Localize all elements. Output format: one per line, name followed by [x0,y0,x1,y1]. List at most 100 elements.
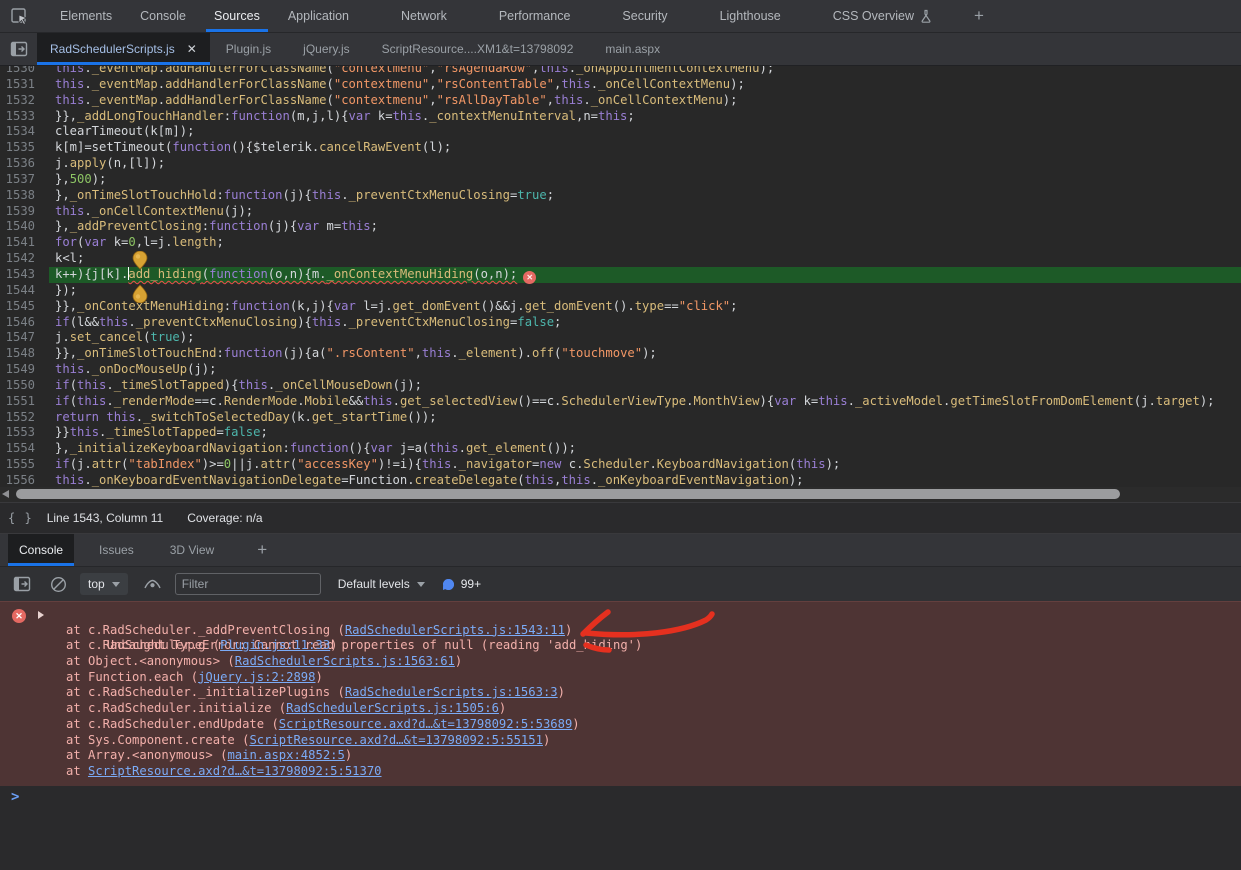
file-tab-jquery-js[interactable]: jQuery.js [287,33,365,65]
line-number[interactable]: 1548 [0,346,35,362]
line-number[interactable]: 1542 [0,251,35,267]
code-text[interactable]: }},_addLongTouchHandler:function(m,j,l){… [35,109,1241,125]
create-live-expression-button[interactable] [143,577,162,591]
tab-network[interactable]: Network [387,0,461,32]
line-number[interactable]: 1545 [0,299,35,315]
line-number[interactable]: 1535 [0,140,35,156]
line-number[interactable]: 1533 [0,109,35,125]
code-text[interactable]: j.apply(n,[l]); [35,156,1241,172]
code-text[interactable]: this._onKeyboardEventNavigationDelegate=… [35,473,1241,487]
line-number[interactable]: 1556 [0,473,35,487]
line-number[interactable]: 1540 [0,219,35,235]
file-tab-main-aspx[interactable]: main.aspx [589,33,676,65]
code-text[interactable]: },_initializeKeyboardNavigation:function… [35,441,1241,457]
line-number[interactable]: 1549 [0,362,35,378]
file-tab-radschedulerscripts-js[interactable]: RadSchedulerScripts.js✕ [37,33,210,65]
tab-css-overview[interactable]: CSS Overview [819,0,946,32]
drawer-tab-3d-view[interactable]: 3D View [159,534,225,566]
inspect-element-button[interactable] [0,0,38,32]
line-number[interactable]: 1534 [0,124,35,140]
line-number[interactable]: 1543 [0,267,35,283]
javascript-context-selector[interactable]: top [80,573,128,595]
code-text[interactable]: }},_onTimeSlotTouchEnd:function(j){a(".r… [35,346,1241,362]
line-number[interactable]: 1552 [0,410,35,426]
close-tab-icon[interactable]: ✕ [184,41,200,57]
source-location-link[interactable]: ScriptResource.axd?d…&t=13798092:5:51370 [88,764,382,778]
tab-console[interactable]: Console [126,0,200,32]
line-number[interactable]: 1536 [0,156,35,172]
source-location-link[interactable]: Plugin.js:11:33 [220,638,330,652]
console-prompt[interactable]: > [0,786,1241,870]
line-number[interactable]: 1555 [0,457,35,473]
line-number[interactable]: 1551 [0,394,35,410]
code-text[interactable]: this._onCellContextMenu(j); [35,204,1241,220]
source-location-link[interactable]: RadSchedulerScripts.js:1563:61 [235,654,455,668]
tab-performance[interactable]: Performance [485,0,585,32]
code-text[interactable]: if(this._timeSlotTapped){this._onCellMou… [35,378,1241,394]
toggle-navigator-button[interactable] [0,33,37,65]
code-text[interactable]: k[m]=setTimeout(function(){$telerik.canc… [35,140,1241,156]
show-console-sidebar-button[interactable] [13,576,31,592]
code-text[interactable]: k<l; [35,251,1241,267]
code-text[interactable]: if(j.attr("tabIndex")>=0||j.attr("access… [35,457,1241,473]
line-number[interactable]: 1550 [0,378,35,394]
file-tab-plugin-js[interactable]: Plugin.js [210,33,287,65]
tab-application[interactable]: Application [274,0,363,32]
source-location-link[interactable]: RadSchedulerScripts.js:1543:11 [345,623,565,637]
tab-security[interactable]: Security [608,0,681,32]
log-levels-dropdown[interactable]: Default levels [338,577,425,591]
line-number[interactable]: 1554 [0,441,35,457]
code-text[interactable]: k++){j[k].add_hiding(function(o,n){m._on… [49,267,1241,283]
line-number[interactable]: 1539 [0,204,35,220]
code-text[interactable]: this._eventMap.addHandlerForClassName("c… [35,66,1241,77]
code-text[interactable]: clearTimeout(k[m]); [35,124,1241,140]
line-number[interactable]: 1544 [0,283,35,299]
line-number[interactable]: 1530 [0,66,35,77]
line-number[interactable]: 1537 [0,172,35,188]
code-text[interactable]: this._eventMap.addHandlerForClassName("c… [35,77,1241,93]
tab-elements[interactable]: Elements [46,0,126,32]
expand-triangle-icon[interactable] [38,611,44,619]
line-number[interactable]: 1531 [0,77,35,93]
source-location-link[interactable]: ScriptResource.axd?d…&t=13798092:5:53689 [279,717,573,731]
line-number[interactable]: 1532 [0,93,35,109]
code-text[interactable]: if(this._renderMode==c.RenderMode.Mobile… [35,394,1241,410]
source-location-link[interactable]: main.aspx:4852:5 [227,748,344,762]
more-tabs-button[interactable]: + [964,0,994,32]
clear-console-button[interactable] [50,576,67,593]
source-location-link[interactable]: jQuery.js:2:2898 [198,670,315,684]
scroll-left-arrow-icon[interactable] [2,490,9,498]
source-location-link[interactable]: RadSchedulerScripts.js:1505:6 [286,701,499,715]
tab-lighthouse[interactable]: Lighthouse [706,0,795,32]
code-text[interactable]: }}this._timeSlotTapped=false; [35,425,1241,441]
source-editor[interactable]: 1530this._eventMap.addHandlerForClassNam… [0,66,1241,487]
code-text[interactable]: if(l&&this._preventCtxMenuClosing){this.… [35,315,1241,331]
source-location-link[interactable]: RadSchedulerScripts.js:1563:3 [345,685,558,699]
scrollbar-thumb[interactable] [16,489,1120,499]
code-text[interactable]: this._onDocMouseUp(j); [35,362,1241,378]
line-number[interactable]: 1541 [0,235,35,251]
drawer-tab-issues[interactable]: Issues [88,534,145,566]
drawer-tab-console[interactable]: Console [8,534,74,566]
text-selection-handle-bottom[interactable] [130,283,150,303]
tab-sources[interactable]: Sources [200,0,274,32]
code-text[interactable]: }},_onContextMenuHiding:function(k,j){va… [35,299,1241,315]
text-selection-handle-top[interactable] [130,251,150,271]
code-text[interactable]: for(var k=0,l=j.length; [35,235,1241,251]
line-number[interactable]: 1547 [0,330,35,346]
code-text[interactable]: return this._switchToSelectedDay(k.get_s… [35,410,1241,426]
source-location-link[interactable]: ScriptResource.axd?d…&t=13798092:5:55151 [249,733,543,747]
line-number[interactable]: 1553 [0,425,35,441]
code-text[interactable]: },_addPreventClosing:function(j){var m=t… [35,219,1241,235]
more-drawer-tools-button[interactable]: + [247,534,277,566]
line-number[interactable]: 1546 [0,315,35,331]
console-filter-input[interactable] [175,573,321,595]
code-text[interactable]: },_onTimeSlotTouchHold:function(j){this.… [35,188,1241,204]
code-text[interactable]: },500); [35,172,1241,188]
file-tab-scriptresource-xm1-t-13798092[interactable]: ScriptResource....XM1&t=13798092 [366,33,590,65]
console-message-count[interactable]: 99+ [442,577,481,591]
editor-horizontal-scrollbar[interactable] [0,487,1241,502]
code-text[interactable]: j.set_cancel(true); [35,330,1241,346]
pretty-print-button[interactable]: { } [8,511,33,525]
code-text[interactable]: this._eventMap.addHandlerForClassName("c… [35,93,1241,109]
